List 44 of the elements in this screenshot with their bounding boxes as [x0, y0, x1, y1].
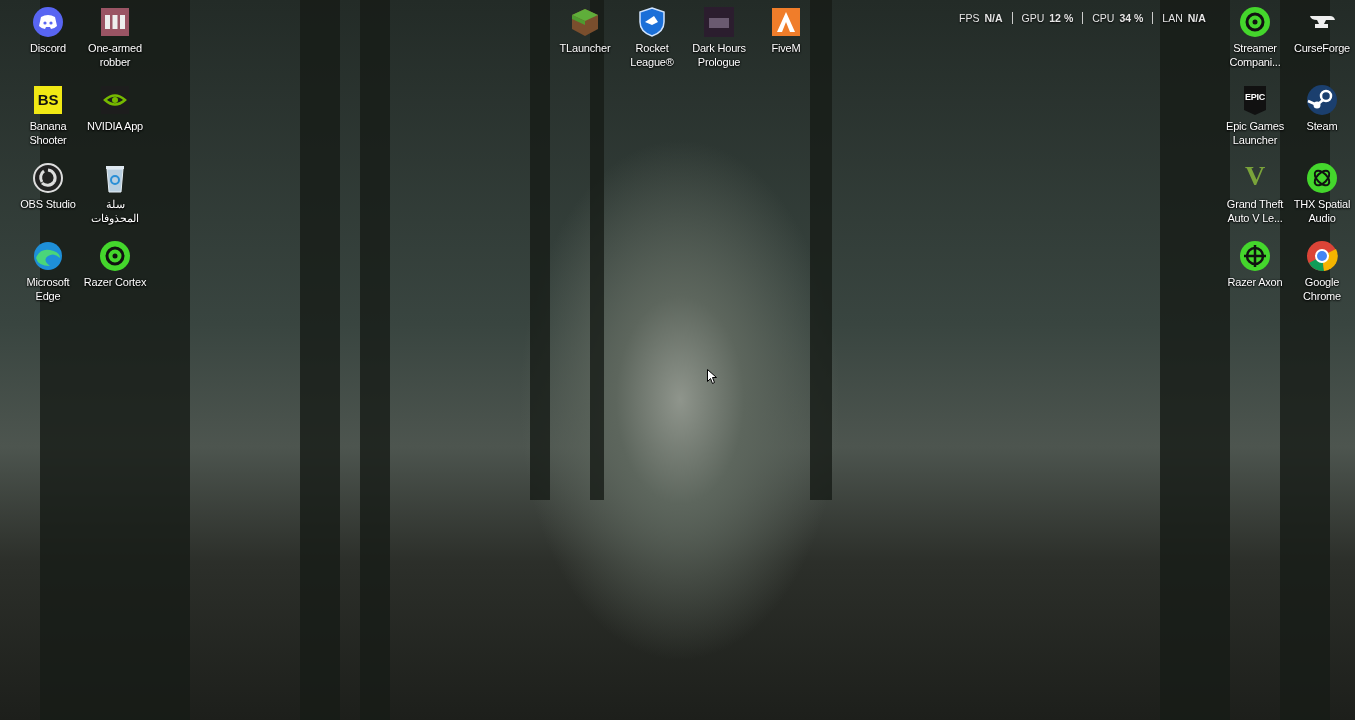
wave-circle-icon	[32, 240, 64, 272]
desktop-shortcut[interactable]: NVIDIA App	[82, 82, 148, 156]
desktop-shortcut[interactable]: Razer Cortex	[82, 238, 148, 312]
controller-face-icon	[32, 6, 64, 38]
desktop-shortcut[interactable]: Discord	[15, 4, 81, 78]
letter-icon: V	[1239, 162, 1271, 194]
desktop-shortcut[interactable]: Dark Hours Prologue	[686, 4, 752, 78]
desktop-shortcut[interactable]: TLauncher	[552, 4, 618, 78]
stat-value: N/A	[984, 12, 1003, 24]
desktop-shortcut[interactable]: Razer Axon	[1222, 238, 1288, 312]
poster-icon	[703, 6, 735, 38]
stat-label: FPS	[959, 12, 980, 24]
mouse-pointer-icon	[707, 369, 717, 384]
piston-circle-icon	[1306, 84, 1338, 116]
stat-value: N/A	[1187, 12, 1206, 24]
aperture-icon	[32, 162, 64, 194]
shield-icon	[636, 6, 668, 38]
stat-value: 12 %	[1049, 12, 1074, 24]
knot-icon	[1306, 162, 1338, 194]
ring-icon	[1239, 6, 1271, 38]
desktop-shortcut[interactable]: Steam	[1289, 82, 1355, 156]
desktop-shortcut[interactable]: Rocket League®	[619, 4, 685, 78]
desktop-shortcut[interactable]: OBS Studio	[15, 160, 81, 234]
desktop-shortcut[interactable]: CurseForge	[1289, 4, 1355, 78]
grass-block-icon	[569, 6, 601, 38]
desktop-shortcut[interactable]: THX Spatial Audio	[1289, 160, 1355, 234]
letters-square-icon: BS	[32, 84, 64, 116]
desktop-shortcut[interactable]: Google Chrome	[1289, 238, 1355, 312]
desktop-shortcut[interactable]: سلة المحذوفات	[82, 160, 148, 234]
desktop-shortcut[interactable]: One-armed robber	[82, 4, 148, 78]
desktop-shortcut[interactable]: BS Banana Shooter	[15, 82, 81, 156]
ring-icon	[99, 240, 131, 272]
desktop-shortcut[interactable]: EPIC Epic Games Launcher	[1222, 82, 1288, 156]
desktop-shortcut[interactable]: Microsoft Edge	[15, 238, 81, 312]
slot-tile-icon	[99, 6, 131, 38]
stat-label: CPU	[1092, 12, 1115, 24]
crosshair-icon	[1239, 240, 1271, 272]
stat-value: 34 %	[1119, 12, 1144, 24]
pinwheel-circle-icon	[1306, 240, 1338, 272]
stat-label: GPU	[1021, 12, 1045, 24]
stat-label: LAN	[1162, 12, 1183, 24]
desktop-shortcut[interactable]: FiveM	[753, 4, 819, 78]
desktop-shortcut[interactable]: V Grand Theft Auto V Le...	[1222, 160, 1288, 234]
desktop-shortcut[interactable]: Streamer Compani...	[1222, 4, 1288, 78]
